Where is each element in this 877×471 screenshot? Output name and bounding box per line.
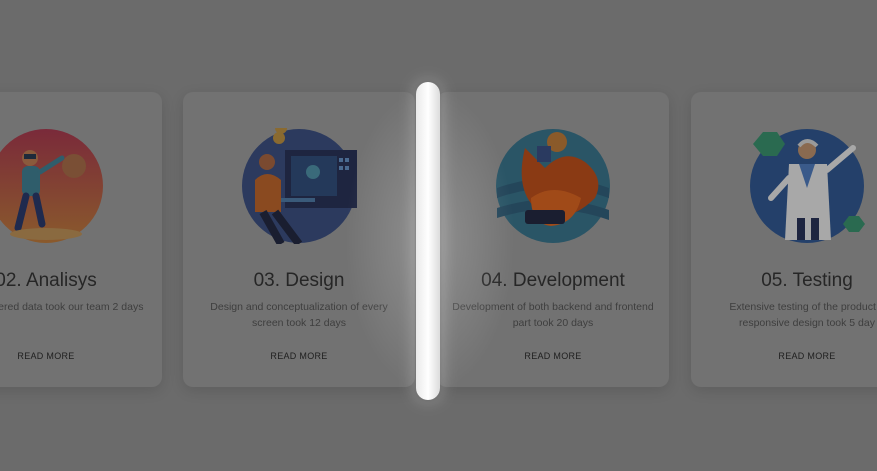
card-title: 03. Design — [253, 270, 345, 291]
read-more-link[interactable]: READ MORE — [0, 351, 162, 361]
vr-person-illustration — [0, 129, 103, 243]
process-card-design: 03. Design Design and conceptualization … — [183, 92, 415, 387]
read-more-link[interactable]: READ MORE — [691, 351, 877, 361]
process-card-development: 04. Development Development of both back… — [437, 92, 669, 387]
process-card-testing: 05. Testing Extensive testing of the pro… — [691, 92, 877, 387]
card-description: of the gathered data took our team 2 day… — [0, 301, 144, 313]
card-title: 04. Development — [481, 270, 625, 291]
read-more-link[interactable]: READ MORE — [183, 351, 415, 361]
card-title: 02. Analisys — [0, 270, 97, 291]
process-carousel: 02. Analisys of the gathered data took o… — [0, 0, 877, 471]
designer-at-desk-illustration — [242, 128, 357, 244]
card-description: Extensive testing of the product a respo… — [729, 301, 877, 329]
scientist-testing-illustration — [750, 129, 865, 243]
card-description: Development of both backend and frontend… — [452, 301, 654, 329]
card-title: 05. Testing — [761, 270, 853, 291]
developer-with-laptop-illustration — [496, 129, 610, 243]
process-card-analysis: 02. Analisys of the gathered data took o… — [0, 92, 162, 387]
comparison-slider-handle[interactable] — [416, 82, 440, 400]
read-more-link[interactable]: READ MORE — [437, 351, 669, 361]
card-description: Design and conceptualization of every sc… — [210, 301, 388, 329]
